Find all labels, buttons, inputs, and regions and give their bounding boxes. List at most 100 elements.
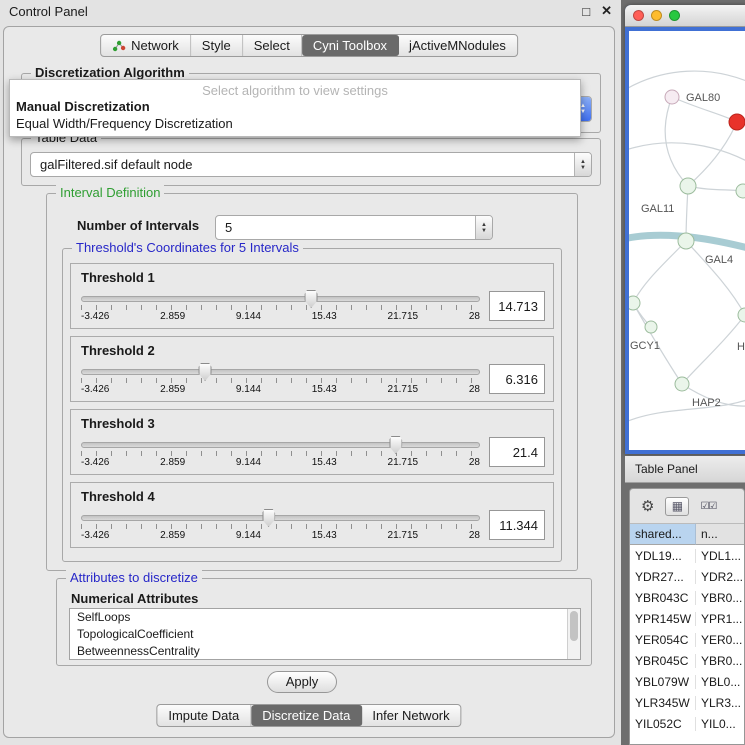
node-gal4[interactable]	[678, 233, 694, 249]
slider-scale: -3.426 2.859 9.144 15.43 21.715 28	[81, 530, 480, 541]
table-row[interactable]: YBL079W YBL0...	[630, 671, 744, 692]
table-cell[interactable]: YBR0...	[696, 654, 744, 668]
slider-ticks	[81, 378, 480, 383]
table-cell[interactable]: YLR3...	[696, 696, 744, 710]
threshold-1-slider[interactable]	[81, 296, 480, 302]
threshold-2-slider[interactable]	[81, 369, 480, 375]
table-data-combobox[interactable]: galFiltered.sif default node ▲ ▼	[30, 152, 592, 177]
table-cell[interactable]: YDL1...	[696, 549, 744, 563]
columns-icon: ▦	[672, 499, 683, 513]
table-data-selected-value: galFiltered.sif default node	[40, 157, 192, 172]
node-hap2[interactable]	[675, 377, 689, 391]
tab-style[interactable]: Style	[191, 35, 243, 56]
threshold-4-value-field[interactable]: 11.344	[489, 510, 545, 540]
table-cell[interactable]: YDR27...	[630, 570, 696, 584]
threshold-4-slider[interactable]	[81, 515, 480, 521]
scale-label: 9.144	[236, 311, 261, 322]
list-item[interactable]: BetweennessCentrality	[70, 643, 580, 660]
close-window-icon[interactable]: ✕	[601, 3, 612, 19]
numerical-attributes-list: SelfLoops TopologicalCoefficient Between…	[69, 608, 581, 660]
threshold-3-value-field[interactable]: 21.4	[489, 437, 545, 467]
column-header-name[interactable]: n...	[696, 523, 744, 545]
table-row[interactable]: YER054C YER0...	[630, 629, 744, 650]
tab-infer-network[interactable]: Infer Network	[361, 705, 460, 726]
tab-jactivemnodules[interactable]: jActiveMNodules	[398, 35, 517, 56]
node-gal11[interactable]	[680, 178, 696, 194]
threshold-4-label: Threshold 4	[81, 489, 155, 504]
zoom-traffic-light[interactable]	[669, 10, 680, 21]
table-cell[interactable]: YBR043C	[630, 591, 696, 605]
threshold-1-value-field[interactable]: 14.713	[489, 291, 545, 321]
minimize-traffic-light[interactable]	[651, 10, 662, 21]
node-label: GAL80	[686, 92, 720, 104]
tab-impute-data[interactable]: Impute Data	[157, 705, 251, 726]
float-window-icon[interactable]: □	[582, 4, 590, 19]
table-row[interactable]: YIL052C YIL0...	[630, 713, 744, 734]
apply-button[interactable]: Apply	[267, 671, 337, 693]
table-cell[interactable]: YER054C	[630, 633, 696, 647]
table-cell[interactable]: YER0...	[696, 633, 744, 647]
thresholds-group-label: Threshold's Coordinates for 5 Intervals	[72, 240, 303, 255]
tab-cyni-toolbox[interactable]: Cyni Toolbox	[302, 35, 399, 56]
table-cell[interactable]: YPR1...	[696, 612, 744, 626]
table-row[interactable]: YDL19... YDL1...	[630, 545, 744, 566]
algorithm-placeholder: Select algorithm to view settings	[10, 80, 580, 98]
network-icon	[112, 40, 126, 52]
table-cell[interactable]: YBR0...	[696, 591, 744, 605]
table-cell[interactable]: YLR345W	[630, 696, 696, 710]
algorithm-option-equal-width[interactable]: Equal Width/Frequency Discretization	[10, 115, 580, 132]
table-cell[interactable]: YIL052C	[630, 717, 696, 731]
table-cell[interactable]: YBR045C	[630, 654, 696, 668]
threshold-2-panel: Threshold 2 -3.426 2.859 9.144 15.4	[70, 336, 554, 402]
slider-scale: -3.426 2.859 9.144 15.43 21.715 28	[81, 384, 480, 395]
list-item[interactable]: TopologicalCoefficient	[70, 626, 580, 643]
number-of-intervals-combobox[interactable]: 5 ▲ ▼	[215, 215, 493, 240]
column-header-shared-name[interactable]: shared...	[630, 523, 696, 545]
list-scrollbar[interactable]	[567, 609, 580, 659]
tab-select[interactable]: Select	[243, 35, 302, 56]
checkboxes-icon[interactable]: ☑☑	[700, 501, 716, 512]
tab-network[interactable]: Network	[101, 35, 191, 56]
table-row[interactable]: YDR27... YDR2...	[630, 566, 744, 587]
network-canvas[interactable]: GAL80 GAL11 GAL4 GCY1 HAP2 H	[629, 31, 745, 450]
network-view-window: GAL80 GAL11 GAL4 GCY1 HAP2 H	[625, 5, 745, 454]
scale-label: 2.859	[160, 457, 185, 468]
selected-red-node[interactable]	[729, 114, 745, 130]
close-traffic-light[interactable]	[633, 10, 644, 21]
table-row[interactable]: YBR045C YBR0...	[630, 650, 744, 671]
scale-label: 15.43	[312, 457, 337, 468]
tab-discretize-data[interactable]: Discretize Data	[251, 705, 362, 726]
table-data-group: Table Data galFiltered.sif default node …	[21, 138, 601, 186]
node[interactable]	[738, 308, 745, 322]
node-gcy1[interactable]	[645, 321, 657, 333]
combobox-stepper[interactable]: ▲ ▼	[574, 153, 591, 176]
node-label: HAP2	[692, 397, 721, 409]
table-cell[interactable]: YDL19...	[630, 549, 696, 563]
table-row[interactable]: YBR043C YBR0...	[630, 587, 744, 608]
node-label: GCY1	[630, 340, 660, 352]
tab-infer-network-label: Infer Network	[372, 708, 449, 723]
node[interactable]	[736, 184, 745, 198]
algorithm-dropdown-popup: Select algorithm to view settings Manual…	[9, 79, 581, 137]
threshold-2-value-field[interactable]: 6.316	[489, 364, 545, 394]
list-scrollbar-thumb[interactable]	[570, 611, 578, 641]
table-cell[interactable]: YBL079W	[630, 675, 696, 689]
table-cell[interactable]: YDR2...	[696, 570, 744, 584]
threshold-3-panel: Threshold 3 -3.426 2.859 9.144 15.4	[70, 409, 554, 475]
interval-definition-group-label: Interval Definition	[56, 185, 164, 200]
gear-icon[interactable]: ⚙	[641, 497, 654, 515]
threshold-1-panel: Threshold 1 -3.426 2.859 9.144 15.4	[70, 263, 554, 329]
algorithm-option-manual[interactable]: Manual Discretization	[10, 98, 580, 115]
node[interactable]	[629, 296, 640, 310]
threshold-3-slider[interactable]	[81, 442, 480, 448]
table-cell[interactable]: YBL0...	[696, 675, 744, 689]
node-gal80[interactable]	[665, 90, 679, 104]
column-selector-button[interactable]: ▦	[665, 497, 689, 516]
table-cell[interactable]: YIL0...	[696, 717, 744, 731]
list-item[interactable]: SelfLoops	[70, 609, 580, 626]
table-row[interactable]: YPR145W YPR1...	[630, 608, 744, 629]
table-row[interactable]: YLR345W YLR3...	[630, 692, 744, 713]
combobox-stepper[interactable]: ▲ ▼	[475, 216, 492, 239]
table-cell[interactable]: YPR145W	[630, 612, 696, 626]
table-panel-title: Table Panel	[635, 462, 698, 476]
